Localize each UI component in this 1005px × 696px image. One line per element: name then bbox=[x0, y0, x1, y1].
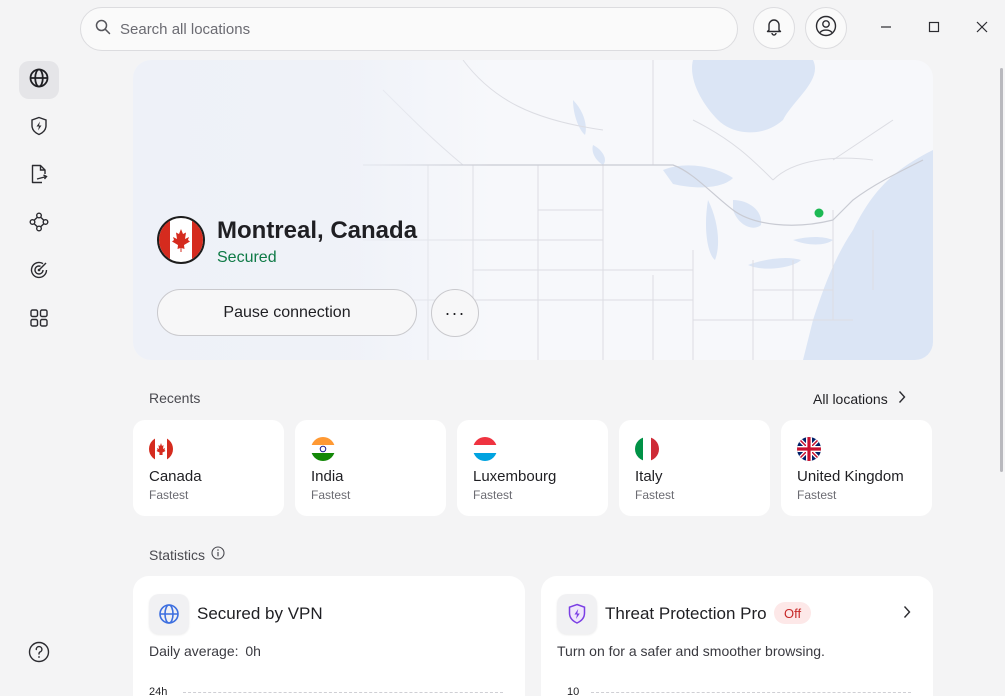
uk-flag-icon bbox=[797, 437, 821, 461]
all-locations-link[interactable]: All locations bbox=[813, 390, 906, 407]
more-dots-icon: ··· bbox=[444, 302, 466, 323]
bell-icon bbox=[764, 16, 784, 41]
close-button[interactable] bbox=[967, 14, 997, 44]
vpn-stats-title: Secured by VPN bbox=[197, 604, 323, 623]
recent-country: Canada bbox=[149, 468, 202, 485]
info-icon[interactable] bbox=[211, 546, 225, 563]
recent-card-italy[interactable]: Italy Fastest bbox=[619, 420, 770, 516]
recent-card-canada[interactable]: Canada Fastest bbox=[133, 420, 284, 516]
threat-protection-description: Turn on for a safer and smoother browsin… bbox=[557, 643, 825, 659]
canada-flag-icon bbox=[149, 437, 173, 461]
search-icon bbox=[95, 19, 111, 40]
recent-card-india[interactable]: India Fastest bbox=[295, 420, 446, 516]
vpn-grid-line bbox=[183, 692, 503, 693]
pause-connection-button[interactable]: Pause connection bbox=[157, 289, 417, 336]
recent-server-type: Fastest bbox=[149, 488, 189, 502]
recent-country: India bbox=[311, 468, 344, 485]
recent-country: Italy bbox=[635, 468, 663, 485]
account-button[interactable] bbox=[805, 7, 847, 49]
statistics-title: Statistics bbox=[149, 546, 206, 563]
recent-server-type: Fastest bbox=[311, 488, 351, 502]
threat-grid-line bbox=[591, 692, 911, 693]
file-share-icon bbox=[29, 164, 49, 189]
scrollbar[interactable] bbox=[1000, 68, 1003, 472]
luxembourg-flag-icon bbox=[473, 437, 497, 461]
sidebar-item-dark-web-monitor[interactable] bbox=[19, 253, 59, 291]
canada-flag-icon bbox=[157, 216, 205, 264]
threat-protection-icon bbox=[557, 594, 597, 634]
sidebar-item-meshnet[interactable] bbox=[19, 205, 59, 243]
threat-protection-title: Threat Protection Pro bbox=[605, 604, 767, 623]
all-locations-label: All locations bbox=[813, 390, 888, 407]
maximize-button[interactable] bbox=[919, 14, 949, 44]
location-pin bbox=[814, 208, 824, 218]
meshnet-icon bbox=[29, 212, 49, 237]
search-bar[interactable] bbox=[80, 7, 738, 51]
maximize-icon bbox=[928, 20, 940, 38]
search-input[interactable] bbox=[120, 20, 680, 38]
notifications-button[interactable] bbox=[753, 7, 795, 49]
recent-card-luxembourg[interactable]: Luxembourg Fastest bbox=[457, 420, 608, 516]
close-icon bbox=[976, 20, 988, 38]
connected-location: Montreal, Canada bbox=[217, 217, 418, 244]
radar-icon bbox=[29, 260, 49, 285]
daily-average: Daily average: 0h bbox=[149, 643, 261, 659]
minimize-icon bbox=[880, 20, 892, 38]
recent-server-type: Fastest bbox=[797, 488, 837, 502]
user-icon bbox=[815, 15, 837, 42]
threat-protection-card[interactable]: Threat Protection Pro Off Turn on for a … bbox=[541, 576, 933, 696]
india-flag-icon bbox=[311, 437, 335, 461]
threat-axis-top-label: 10 bbox=[567, 686, 580, 696]
help-button[interactable] bbox=[19, 635, 59, 673]
statistics-header: Statistics bbox=[149, 546, 225, 563]
vpn-stats-card[interactable]: Secured by VPN Daily average: 0h 24h bbox=[133, 576, 525, 696]
bolt-shield-icon bbox=[29, 116, 49, 141]
vpn-globe-icon bbox=[149, 594, 189, 634]
vpn-axis-top-label: 24h bbox=[149, 686, 168, 696]
recent-country: United Kingdom bbox=[797, 468, 904, 485]
status-badge: Off bbox=[774, 602, 812, 624]
sidebar-item-file-share[interactable] bbox=[19, 157, 59, 195]
italy-flag-icon bbox=[635, 437, 659, 461]
more-options-button[interactable]: ··· bbox=[431, 289, 479, 337]
globe-icon bbox=[29, 68, 49, 93]
daily-average-label: Daily average: bbox=[149, 643, 239, 659]
recent-country: Luxembourg bbox=[473, 468, 557, 485]
recent-server-type: Fastest bbox=[635, 488, 675, 502]
sidebar-item-threat-protection[interactable] bbox=[19, 109, 59, 147]
apps-grid-icon bbox=[29, 308, 49, 333]
sidebar-item-locations[interactable] bbox=[19, 61, 59, 99]
recent-server-type: Fastest bbox=[473, 488, 513, 502]
connection-status: Secured bbox=[217, 249, 277, 266]
sidebar-item-apps[interactable] bbox=[19, 301, 59, 339]
minimize-button[interactable] bbox=[871, 14, 901, 44]
chevron-right-icon[interactable] bbox=[903, 605, 911, 624]
recent-card-united-kingdom[interactable]: United Kingdom Fastest bbox=[781, 420, 932, 516]
recents-title: Recents bbox=[149, 390, 201, 406]
daily-average-value: 0h bbox=[245, 643, 261, 659]
help-icon bbox=[28, 641, 50, 668]
chevron-right-icon bbox=[898, 390, 906, 407]
